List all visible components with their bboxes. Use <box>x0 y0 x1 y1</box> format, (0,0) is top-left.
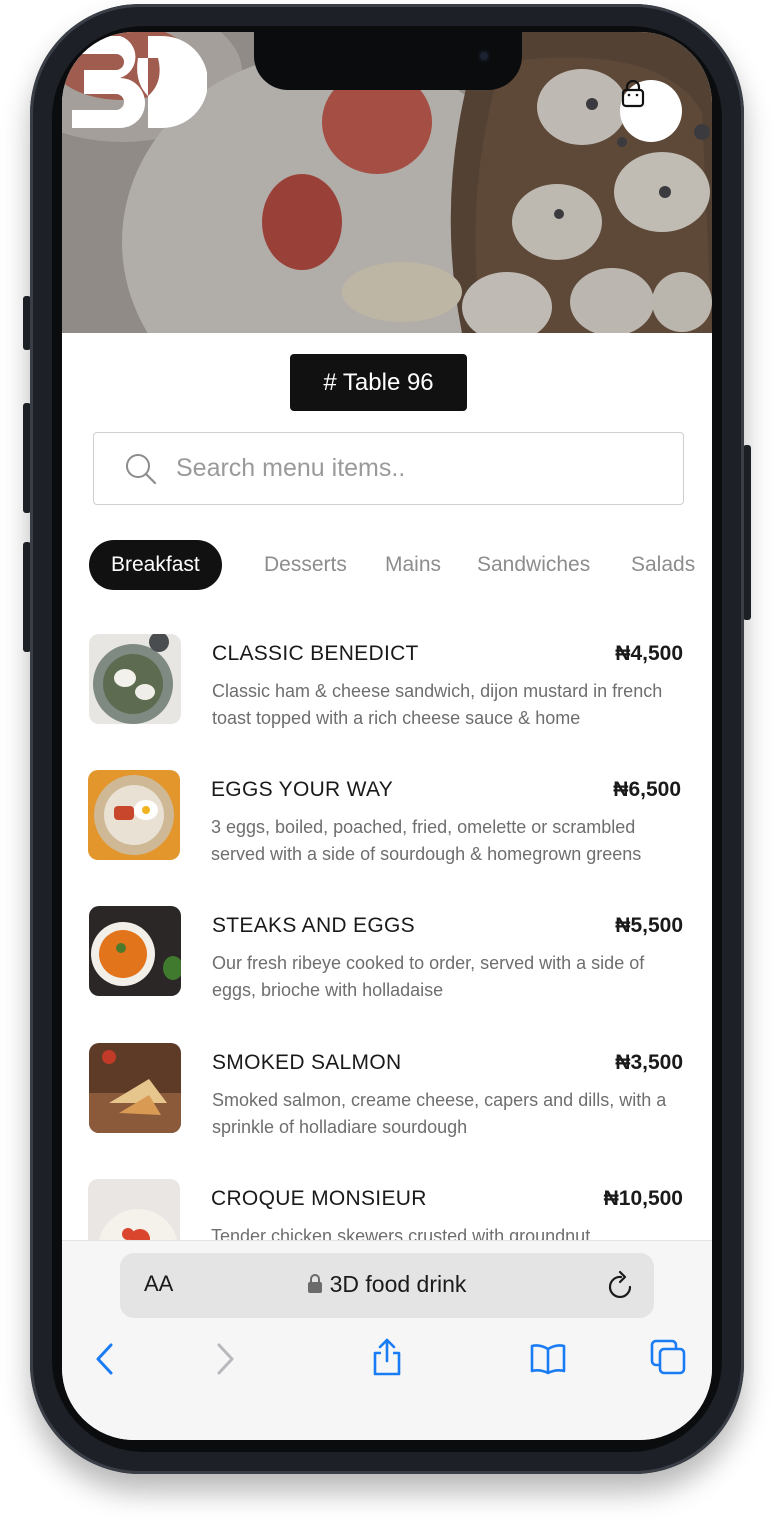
address-bar[interactable]: AA 3D food drink <box>120 1253 654 1318</box>
menu-item-name: SMOKED SALMON <box>212 1051 402 1074</box>
menu-list: CLASSIC BENEDICT ₦4,500 Classic ham & ch… <box>62 632 712 1240</box>
menu-item-description: 3 eggs, boiled, poached, fried, omelette… <box>211 817 642 864</box>
menu-item-image <box>89 1043 181 1133</box>
table-number-badge: # Table 96 <box>290 354 467 411</box>
category-tabs: Breakfast Desserts Mains Sandwiches Sala… <box>89 540 712 590</box>
menu-item-name: CLASSIC BENEDICT <box>212 642 419 665</box>
cart-button[interactable] <box>620 80 682 142</box>
tab-desserts[interactable]: Desserts <box>264 540 347 590</box>
menu-item[interactable]: CLASSIC BENEDICT ₦4,500 Classic ham & ch… <box>62 634 712 754</box>
tab-salads[interactable]: Salads <box>631 540 695 590</box>
front-camera <box>478 50 490 62</box>
menu-item-name: EGGS YOUR WAY <box>211 778 394 801</box>
search-placeholder: Search menu items.. <box>176 454 406 482</box>
search-icon <box>126 453 157 484</box>
reload-icon[interactable] <box>606 1269 636 1301</box>
menu-item-price: ₦10,500 <box>603 1187 683 1210</box>
menu-item-image <box>88 1179 180 1240</box>
menu-item[interactable]: STEAKS AND EGGS ₦5,500 Our fresh ribeye … <box>62 906 712 1026</box>
tab-sandwiches[interactable]: Sandwiches <box>477 540 590 590</box>
brand-logo <box>72 36 207 128</box>
shopping-bag-icon <box>621 80 645 108</box>
menu-item-image <box>89 906 181 996</box>
chevron-right-icon[interactable] <box>212 1341 238 1377</box>
menu-item-name: CROQUE MONSIEUR <box>211 1187 427 1210</box>
hero-banner <box>62 32 712 333</box>
menu-item-price: ₦4,500 <box>615 642 683 665</box>
phone-screen: # Table 96 Search menu items.. Breakfast… <box>62 32 712 1440</box>
menu-item-description: Our fresh ribeye cooked to order, served… <box>212 953 645 1000</box>
menu-item-description: Classic ham & cheese sandwich, dijon mus… <box>212 681 663 728</box>
tab-mains[interactable]: Mains <box>385 540 441 590</box>
search-input[interactable]: Search menu items.. <box>93 432 684 505</box>
url-text: 3D food drink <box>329 1271 467 1297</box>
menu-item-description: Tender chicken skewers crusted with grou… <box>211 1226 591 1240</box>
menu-item-price: ₦3,500 <box>615 1051 683 1074</box>
menu-item-image <box>88 770 180 860</box>
menu-item-image <box>89 634 181 724</box>
menu-item[interactable]: EGGS YOUR WAY ₦6,500 3 eggs, boiled, poa… <box>62 770 712 890</box>
chevron-left-icon[interactable] <box>92 1341 118 1377</box>
menu-item-price: ₦5,500 <box>615 914 683 937</box>
tab-breakfast[interactable]: Breakfast <box>89 540 222 590</box>
menu-item[interactable]: SMOKED SALMON ₦3,500 Smoked salmon, crea… <box>62 1043 712 1163</box>
share-icon[interactable] <box>370 1337 404 1377</box>
power-button <box>743 445 751 620</box>
notch <box>254 32 522 90</box>
menu-item-price: ₦6,500 <box>613 778 681 801</box>
tabs-icon[interactable] <box>650 1339 688 1377</box>
book-icon[interactable] <box>529 1343 567 1375</box>
address-bar-url: 3D food drink <box>120 1271 654 1298</box>
browser-toolbar: AA 3D food drink <box>62 1240 712 1440</box>
menu-item[interactable]: CROQUE MONSIEUR ₦10,500 Tender chicken s… <box>62 1179 712 1240</box>
menu-item-description: Smoked salmon, creame cheese, capers and… <box>212 1090 667 1137</box>
lock-icon <box>307 1274 322 1293</box>
menu-item-name: STEAKS AND EGGS <box>212 914 415 937</box>
